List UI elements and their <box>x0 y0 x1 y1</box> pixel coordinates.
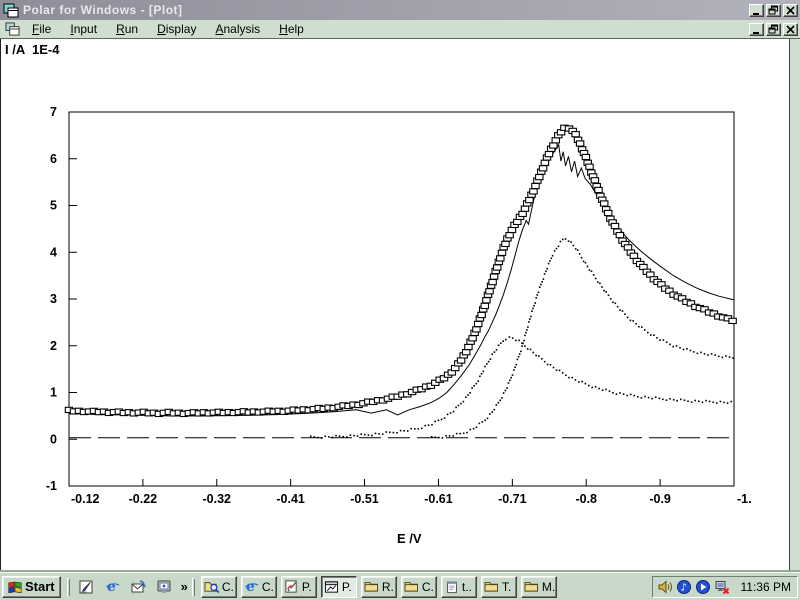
quick-launch-internet-explorer-icon[interactable]: e <box>104 578 121 595</box>
svg-text:e: e <box>246 579 255 594</box>
window-restore-button[interactable] <box>766 4 781 17</box>
desktop: Polar for Windows - [Plot] <box>0 0 800 600</box>
taskbar-button-1-c[interactable]: C. <box>201 576 237 598</box>
y-tick-label: 2 <box>50 339 57 353</box>
x-tick-label: -0.8 <box>575 492 597 506</box>
y-corner-label: -1 <box>46 479 57 493</box>
taskbar-button-5-r[interactable]: R. <box>361 576 397 598</box>
x-tick-label: -1. <box>737 492 752 506</box>
quick-launch-outlook-express-icon[interactable] <box>130 578 147 595</box>
y-tick-label: 3 <box>50 292 57 306</box>
app-icon[interactable] <box>2 2 19 19</box>
taskbar-grip[interactable] <box>67 578 70 596</box>
document-window-icon[interactable] <box>4 21 21 38</box>
y-tick-label: 1 <box>50 386 57 400</box>
taskbar-grip-2[interactable] <box>192 578 195 596</box>
x-tick-label: -0.41 <box>276 492 305 506</box>
search-folder-icon <box>204 578 220 595</box>
tray-network-offline-icon[interactable] <box>714 578 731 595</box>
x-tick-label: -0.71 <box>498 492 527 506</box>
folder-icon <box>484 578 500 595</box>
x-tick-label: -0.32 <box>203 492 232 506</box>
x-tick-label: -0.22 <box>129 492 158 506</box>
x-tick-label: -0.12 <box>71 492 100 506</box>
notepad-icon <box>444 578 460 595</box>
menu-run[interactable]: Run <box>107 20 148 38</box>
taskbar-button-label: t.. <box>462 580 472 594</box>
menu-help[interactable]: Help <box>270 20 314 38</box>
window-border-strip <box>789 39 800 572</box>
menu-input[interactable]: Input <box>61 20 107 38</box>
y-tick-label: 0 <box>50 432 57 446</box>
taskbar-button-label: C. <box>422 580 434 594</box>
plot-canvas: -0.12 -0.22 -0.32 -0.41 -0.51 -0.61 -0.71 -0.8 -… <box>1 39 790 572</box>
y-tick-label: 6 <box>50 152 57 166</box>
start-button[interactable]: Start <box>2 576 61 598</box>
child-close-button[interactable] <box>783 23 798 36</box>
taskbar-button-8-t[interactable]: T. <box>481 576 517 598</box>
x-tick-label: -0.51 <box>350 492 379 506</box>
plot-client-area: I /A 1E-4 E /V -0.12-0.22-0.32-0.41-0.51… <box>0 39 800 572</box>
y-tick-label: 7 <box>50 105 57 119</box>
taskbar: Start e » C. e C. P. P. R. C. t.. T. M. ♪ 11:36 P… <box>0 572 800 600</box>
menu-bar: File Input Run Display Analysis Help <box>0 20 800 39</box>
taskbar-button-4-p[interactable]: P. <box>321 576 357 598</box>
quick-launch-screen-viewer-icon[interactable] <box>156 578 173 595</box>
taskbar-button-label: M. <box>542 580 555 594</box>
taskbar-button-label: C. <box>262 580 274 594</box>
window-close-button[interactable] <box>783 4 798 17</box>
menus: File Input Run Display Analysis Help <box>23 20 314 38</box>
y-tick-label: 4 <box>50 245 57 259</box>
taskbar-button-label: R. <box>382 580 394 594</box>
taskbar-buttons: C. e C. P. P. R. C. t.. T. M. <box>201 576 557 598</box>
series-fit-curve <box>69 145 734 416</box>
quick-launch-overflow-chevron[interactable]: » <box>179 579 190 594</box>
svg-text:e: e <box>107 579 116 594</box>
taskbar-button-label: C. <box>222 580 234 594</box>
system-tray: ♪ 11:36 PM <box>652 576 798 598</box>
y-tick-label: 5 <box>50 199 57 213</box>
taskbar-button-9-m[interactable]: M. <box>521 576 557 598</box>
taskbar-button-label: P. <box>302 580 312 594</box>
window-titlebar: Polar for Windows - [Plot] <box>0 0 800 20</box>
quick-launch-bar: e <box>72 578 179 595</box>
tray-media-play-icon[interactable] <box>695 578 712 595</box>
polar-plot-icon <box>324 578 340 595</box>
plot-frame <box>69 112 734 486</box>
menu-analysis[interactable]: Analysis <box>206 20 270 38</box>
x-tick-label: -0.9 <box>649 492 671 506</box>
window-title: Polar for Windows - [Plot] <box>23 3 183 17</box>
x-tick-label: -0.61 <box>424 492 453 506</box>
tray-volume-icon[interactable] <box>657 578 674 595</box>
window-minimize-button[interactable] <box>749 4 764 17</box>
folder-icon <box>404 578 420 595</box>
tray-media-note-icon[interactable]: ♪ <box>676 578 693 595</box>
taskbar-button-7-t[interactable]: t.. <box>441 576 477 598</box>
menu-display[interactable]: Display <box>148 20 206 38</box>
svg-text:♪: ♪ <box>681 582 687 593</box>
child-restore-button[interactable] <box>766 23 781 36</box>
taskbar-button-3-p[interactable]: P. <box>281 576 317 598</box>
series-experimental-data <box>65 125 736 416</box>
taskbar-button-2-c[interactable]: e C. <box>241 576 277 598</box>
internet-explorer-icon: e <box>244 578 260 595</box>
folder-icon <box>524 578 540 595</box>
taskbar-button-label: T. <box>502 580 511 594</box>
menu-file[interactable]: File <box>23 20 61 38</box>
start-button-label: Start <box>25 579 55 594</box>
child-minimize-button[interactable] <box>749 23 764 36</box>
taskbar-button-6-c[interactable]: C. <box>401 576 437 598</box>
windows-logo-icon <box>6 578 23 595</box>
paint-icon <box>284 578 300 595</box>
folder-icon <box>364 578 380 595</box>
quick-launch-show-desktop-icon[interactable] <box>78 578 95 595</box>
taskbar-clock: 11:36 PM <box>741 580 791 594</box>
taskbar-button-label: P. <box>342 580 352 594</box>
